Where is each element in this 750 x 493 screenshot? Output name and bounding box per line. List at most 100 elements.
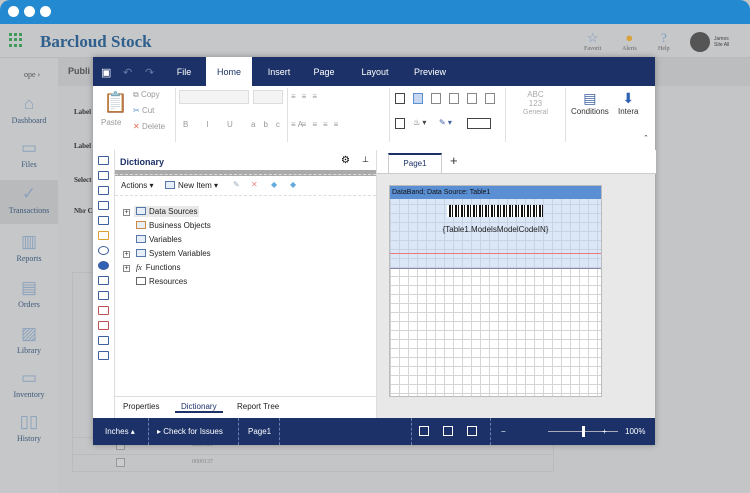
tab-layout[interactable]: Layout <box>355 57 395 86</box>
save-icon[interactable]: ▣ <box>101 66 111 79</box>
map-icon[interactable] <box>98 261 109 270</box>
image-icon[interactable] <box>98 321 109 330</box>
window-dot[interactable] <box>40 6 51 17</box>
tab-preview[interactable]: Preview <box>407 57 453 86</box>
align-buttons[interactable]: ≡≡≡ <box>291 92 323 101</box>
font-size-select[interactable] <box>253 90 283 104</box>
barcode-icon[interactable] <box>98 201 109 210</box>
copy-button[interactable]: ⧉ Copy <box>133 90 160 100</box>
actions-menu[interactable]: Actions ▾ <box>121 181 153 190</box>
tab-page[interactable]: Page <box>305 57 343 86</box>
panel-icon[interactable] <box>98 336 109 345</box>
tree-item-resources[interactable]: Resources <box>136 277 187 286</box>
interaction-button[interactable]: ⬇ Intera <box>618 90 638 116</box>
add-page-button[interactable]: + <box>450 153 458 168</box>
text-expression[interactable]: {Table1.ModelsModelCodeIN} <box>390 225 601 234</box>
band-icon[interactable] <box>98 156 109 165</box>
sidebar-item-reports[interactable]: ▥ Reports <box>0 232 58 263</box>
sidebar-item-inventory[interactable]: ▭ Inventory <box>0 368 58 399</box>
text-icon[interactable] <box>98 276 109 285</box>
alerts-button[interactable]: ● Alerts <box>622 30 637 52</box>
border-none-icon[interactable] <box>413 93 423 104</box>
gear-icon[interactable]: ⚙ <box>341 155 350 166</box>
databand-body[interactable]: {Table1.ModelsModelCodeIN} <box>390 199 601 269</box>
shape-icon[interactable] <box>98 216 109 225</box>
border-bottom-icon[interactable] <box>485 93 495 104</box>
window-dot[interactable] <box>8 6 19 17</box>
image-icon[interactable] <box>98 306 109 315</box>
current-page[interactable]: Page1 <box>248 427 271 436</box>
tab-dictionary[interactable]: Dictionary <box>175 402 223 413</box>
fit-height-icon[interactable] <box>443 426 453 436</box>
undo-icon[interactable]: ↶ <box>123 66 132 79</box>
databand-header[interactable]: DataBand; Data Source: Table1 <box>390 186 601 199</box>
pin-icon[interactable]: ⊥ <box>362 155 369 164</box>
halign-buttons[interactable]: ≡≡≡≡≡ <box>291 120 344 129</box>
expand-icon[interactable]: + <box>123 251 130 258</box>
tree-item-functions[interactable]: fx Functions <box>136 263 180 272</box>
border-style-button[interactable] <box>467 118 491 129</box>
tree-item-business-objects[interactable]: Business Objects <box>136 221 211 230</box>
move-down-icon[interactable]: ◆ <box>290 180 296 189</box>
expand-icon[interactable]: + <box>123 209 130 216</box>
text-icon[interactable] <box>98 291 109 300</box>
sidebar-item-transactions[interactable]: ✓ Transactions <box>0 180 58 224</box>
fill-color-button[interactable]: ♨ ▾ <box>413 118 426 127</box>
border-right-icon[interactable] <box>467 93 477 104</box>
border-left-icon[interactable] <box>431 93 441 104</box>
sidebar-item-dashboard[interactable]: ⌂ Dashboard <box>0 94 58 125</box>
sidebar-item-files[interactable]: ▭ Files <box>0 138 58 169</box>
font-name-select[interactable] <box>179 90 249 104</box>
tab-page1[interactable]: Page1 <box>388 153 442 174</box>
window-dot[interactable] <box>24 6 35 17</box>
business-objects-icon <box>136 221 146 229</box>
barcode-component[interactable] <box>437 202 553 220</box>
report-page[interactable]: DataBand; Data Source: Table1 {Table1.Mo… <box>389 185 602 397</box>
redo-icon[interactable]: ↷ <box>145 66 154 79</box>
paste-button[interactable]: Paste <box>101 118 121 127</box>
gauge-icon[interactable] <box>98 246 109 255</box>
border-top-icon[interactable] <box>449 93 459 104</box>
footer-icon[interactable] <box>98 351 109 360</box>
format-button[interactable]: ABC 123 General <box>523 90 548 117</box>
delete-button[interactable]: ✕ Delete <box>133 122 165 131</box>
tab-report-tree[interactable]: Report Tree <box>237 402 279 411</box>
chart-icon[interactable] <box>98 231 109 240</box>
apps-grid-icon[interactable] <box>9 33 23 47</box>
line-color-button[interactable]: ✎ ▾ <box>439 118 452 127</box>
row-checkbox[interactable] <box>116 458 125 467</box>
units-menu[interactable]: Inches ▴ <box>105 427 135 436</box>
tree-item-system-variables[interactable]: System Variables <box>136 249 211 258</box>
tab-insert[interactable]: Insert <box>259 57 299 86</box>
band-icon[interactable] <box>98 171 109 180</box>
edit-icon[interactable]: ✎ <box>233 180 240 189</box>
tab-properties[interactable]: Properties <box>123 402 159 411</box>
collapse-ribbon-icon[interactable]: ⌃ <box>643 134 649 142</box>
fit-page-icon[interactable] <box>467 426 477 436</box>
help-button[interactable]: ? Help <box>658 30 670 52</box>
border-icon[interactable] <box>395 118 405 129</box>
fit-width-icon[interactable] <box>419 426 429 436</box>
cut-button[interactable]: ✂ Cut <box>133 106 154 115</box>
expand-icon[interactable]: + <box>123 265 130 272</box>
sidebar-item-history[interactable]: ▯▯ History <box>0 412 58 443</box>
sidebar-item-orders[interactable]: ▤ Orders <box>0 278 58 309</box>
favorites-button[interactable]: ☆ Favorit <box>584 30 601 52</box>
conditions-button[interactable]: ▤ Conditions <box>571 90 609 116</box>
breadcrumb[interactable]: ope › <box>24 70 40 79</box>
new-item-menu[interactable]: New Item ▾ <box>165 181 218 190</box>
tab-file[interactable]: File <box>169 57 199 86</box>
zoom-out-button[interactable]: − <box>501 427 506 436</box>
check-issues-button[interactable]: ▸ Check for Issues <box>157 427 223 436</box>
tab-home[interactable]: Home <box>206 57 252 86</box>
cross-band-icon[interactable] <box>98 186 109 195</box>
avatar[interactable] <box>690 32 710 52</box>
zoom-in-button[interactable]: + <box>602 427 607 436</box>
move-up-icon[interactable]: ◆ <box>271 180 277 189</box>
tree-item-data-sources[interactable]: Data Sources <box>134 206 200 217</box>
tree-item-variables[interactable]: Variables <box>136 235 182 244</box>
border-all-icon[interactable] <box>395 93 405 104</box>
zoom-slider-handle[interactable] <box>582 426 585 437</box>
sidebar-item-library[interactable]: ▨ Library <box>0 324 58 355</box>
delete-icon[interactable]: ✕ <box>251 180 258 189</box>
